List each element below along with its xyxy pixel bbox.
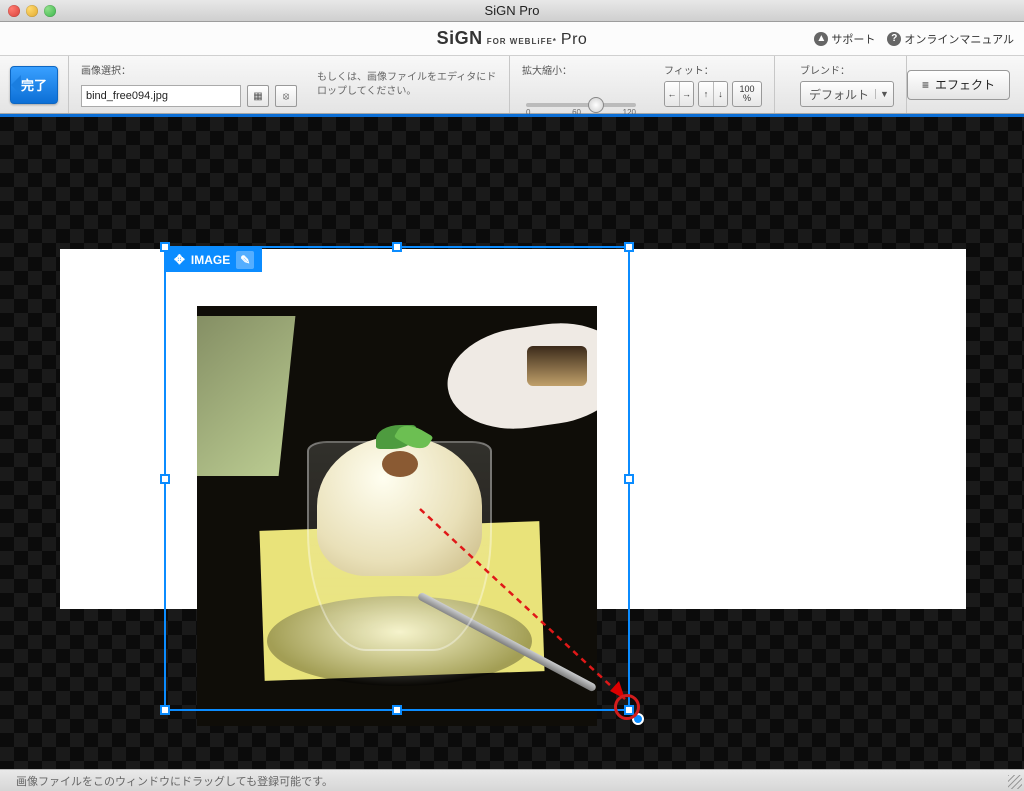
blend-group: ブレンド： デフォルト ▼ <box>788 56 906 113</box>
person-icon: ▲ <box>814 32 828 46</box>
toolbar: 完了 画像選択： ▦ ⦻ もしくは、画像ファイルをエディタにドロップしてください… <box>0 56 1024 114</box>
fit-horizontal-button[interactable]: ← → <box>664 81 694 107</box>
fit-label: フィット： <box>664 62 762 77</box>
status-text: 画像ファイルをこのウィンドウにドラッグしても登録可能です。 <box>16 773 333 789</box>
drag-annotation <box>420 509 650 729</box>
move-icon: ✥ <box>174 252 185 268</box>
blend-select[interactable]: デフォルト ▼ <box>800 81 894 107</box>
image-tag-label: IMAGE <box>191 253 230 267</box>
resize-grip-icon[interactable] <box>1008 775 1022 789</box>
window-title: SiGN Pro <box>0 3 1024 18</box>
resize-handle-bl[interactable] <box>160 705 170 715</box>
image-icon: ▦ <box>253 91 262 102</box>
clear-image-button[interactable]: ⦻ <box>275 85 297 107</box>
resize-handle-mr[interactable] <box>624 474 634 484</box>
image-filename-input[interactable] <box>81 85 241 107</box>
chevron-down-icon: ▼ <box>875 89 889 99</box>
reset-zoom-button[interactable]: 100 % <box>732 81 762 107</box>
arrow-down-icon: ↓ <box>713 82 727 106</box>
logo-suffix: Pro <box>561 31 587 49</box>
sliders-icon: ≡ <box>922 78 929 92</box>
app-logo: SiGN FOR WEBLiFE* Pro <box>437 28 588 49</box>
resize-handle-tr[interactable] <box>624 242 634 252</box>
target-ring-annotation <box>614 694 640 720</box>
resize-handle-tm[interactable] <box>392 242 402 252</box>
blend-value: デフォルト <box>809 86 869 103</box>
arrow-right-icon: → <box>679 82 693 106</box>
clear-icon: ⦻ <box>283 91 290 102</box>
effect-label: エフェクト <box>935 76 995 93</box>
arrow-left-icon: ← <box>665 82 679 106</box>
arrow-up-icon: ↑ <box>699 82 713 106</box>
image-tag[interactable]: ✥ IMAGE ✎ <box>166 248 262 272</box>
resize-handle-tl[interactable] <box>160 242 170 252</box>
blend-label: ブレンド： <box>800 62 894 77</box>
support-label: サポート <box>831 31 875 47</box>
manual-link[interactable]: ? オンラインマニュアル <box>887 31 1014 47</box>
brand-bar: SiGN FOR WEBLiFE* Pro ▲ サポート ? オンラインマニュア… <box>0 22 1024 56</box>
zoom-group: 拡大縮小： 0 60 120 <box>510 56 652 113</box>
fit-vertical-button[interactable]: ↑ ↓ <box>698 81 728 107</box>
effect-button[interactable]: ≡ エフェクト <box>907 70 1010 100</box>
done-button[interactable]: 完了 <box>10 66 58 104</box>
logo-text: SiGN <box>437 28 483 49</box>
status-bar: 画像ファイルをこのウィンドウにドラッグしても登録可能です。 <box>0 769 1024 791</box>
image-select-group: 画像選択： ▦ ⦻ <box>69 56 309 113</box>
image-select-label: 画像選択： <box>81 62 297 77</box>
manual-label: オンラインマニュアル <box>904 31 1014 47</box>
window-titlebar: SiGN Pro <box>0 0 1024 22</box>
help-icon: ? <box>887 32 901 46</box>
resize-handle-bm[interactable] <box>392 705 402 715</box>
resize-handle-ml[interactable] <box>160 474 170 484</box>
edit-icon[interactable]: ✎ <box>236 251 254 269</box>
fit-group: フィット： ← → ↑ ↓ 100 % <box>652 56 774 113</box>
canvas-area[interactable]: ✥ IMAGE ✎ <box>0 114 1024 769</box>
drop-hint-text: もしくは、画像ファイルをエディタにドロップしてください。 <box>309 56 509 113</box>
logo-tagline: FOR WEBLiFE* <box>487 37 557 46</box>
browse-image-button[interactable]: ▦ <box>247 85 269 107</box>
zoom-label: 拡大縮小： <box>522 62 640 77</box>
zoom-slider[interactable]: 0 60 120 <box>526 103 636 107</box>
support-link[interactable]: ▲ サポート <box>814 31 875 47</box>
